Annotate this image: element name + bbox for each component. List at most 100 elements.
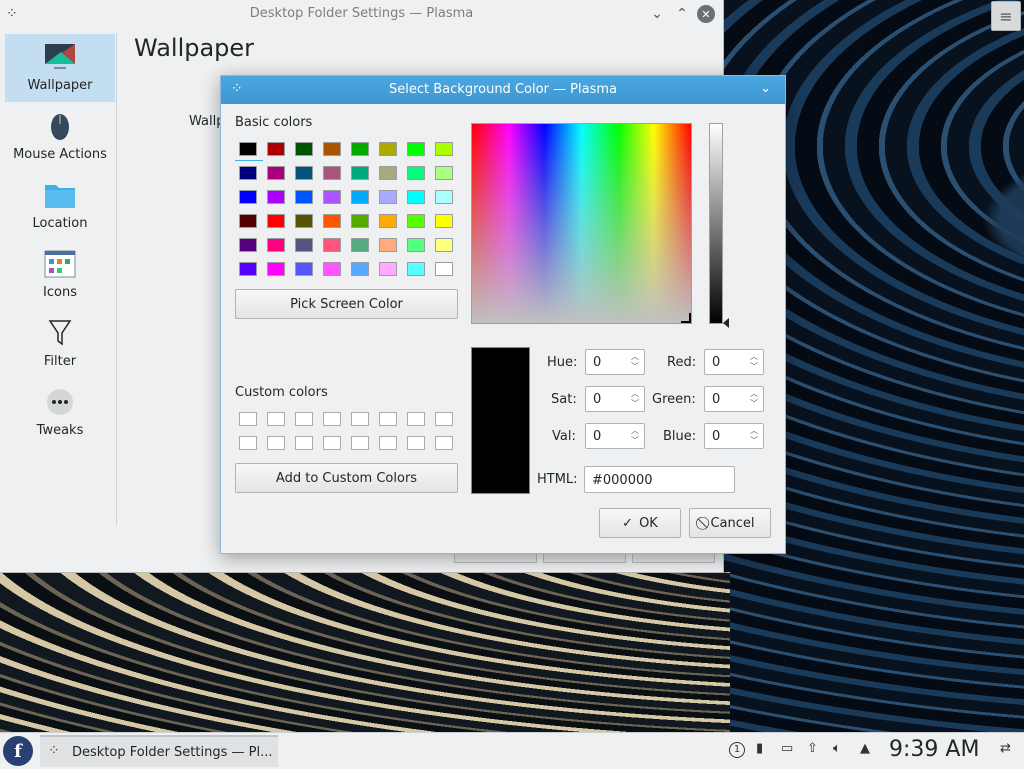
chevron-down-icon[interactable]: ⌄ [760,81,771,96]
spin-arrows-icon[interactable]: ︿ ﹀ [748,426,760,446]
luminance-slider[interactable] [709,123,723,324]
basic-color-swatch[interactable] [295,262,313,276]
luminance-slider-handle[interactable] [723,318,729,328]
tray-expand-icon[interactable]: ▲ [860,741,870,756]
custom-color-slot[interactable] [239,412,257,426]
basic-color-swatch[interactable] [435,166,453,180]
basic-color-swatch[interactable] [323,238,341,252]
basic-color-swatch[interactable] [239,166,257,180]
basic-color-swatch[interactable] [379,214,397,228]
basic-color-swatch[interactable] [379,190,397,204]
maximize-chevron-icon[interactable]: ⌃ [673,5,691,23]
volume-icon[interactable]: 🔈︎ [833,741,841,756]
basic-color-swatch[interactable] [435,214,453,228]
basic-color-swatch[interactable] [239,238,257,252]
display-config-icon[interactable]: ▭ [781,741,793,756]
basic-color-swatch[interactable] [379,166,397,180]
custom-color-slot[interactable] [379,436,397,450]
basic-color-swatch[interactable] [323,166,341,180]
sidebar-item-wallpaper[interactable]: Wallpaper [5,34,115,102]
spectrum-crosshair[interactable] [681,313,691,323]
clock[interactable]: 9:39 AM [889,737,979,762]
basic-color-swatch[interactable] [267,238,285,252]
basic-color-swatch[interactable] [435,238,453,252]
close-icon[interactable]: ✕ [697,5,715,23]
basic-color-swatch[interactable] [407,238,425,252]
red-spinbox[interactable]: 0 ︿ ﹀ [704,349,764,375]
blue-spinbox[interactable]: 0 ︿ ﹀ [704,423,764,449]
basic-color-swatch[interactable] [323,214,341,228]
basic-color-swatch[interactable] [351,142,369,156]
dialog-titlebar[interactable]: ⁘ Select Background Color — Plasma ⌄ [221,76,785,104]
hue-spinbox[interactable]: 0 ︿ ﹀ [585,349,645,375]
sidebar-item-mouse-actions[interactable]: Mouse Actions [5,103,115,171]
desktop-menu-button[interactable]: ≡ [991,1,1021,31]
custom-color-slot[interactable] [435,412,453,426]
sidebar-item-icons[interactable]: Icons [5,241,115,309]
pick-screen-color-button[interactable]: Pick Screen Color [235,289,458,319]
basic-color-swatch[interactable] [407,166,425,180]
custom-color-slot[interactable] [323,412,341,426]
basic-color-swatch[interactable] [295,142,313,156]
basic-color-swatch[interactable] [323,262,341,276]
spin-arrows-icon[interactable]: ︿ ﹀ [629,389,641,409]
custom-color-slot[interactable] [323,436,341,450]
sat-spinbox[interactable]: 0 ︿ ﹀ [585,386,645,412]
basic-color-swatch[interactable] [435,190,453,204]
basic-color-swatch[interactable] [435,142,453,156]
basic-color-swatch[interactable] [295,166,313,180]
basic-color-swatch[interactable] [379,238,397,252]
notifications-icon[interactable]: 1 [729,742,745,758]
basic-color-swatch[interactable] [267,262,285,276]
ok-button[interactable]: ✓ OK [599,508,681,538]
fedora-launcher-icon[interactable]: f [3,736,33,766]
panel-settings-icon[interactable]: ⇄ [1000,741,1011,756]
spin-arrows-icon[interactable]: ︿ ﹀ [629,352,641,372]
basic-color-swatch[interactable] [267,166,285,180]
sidebar-item-location[interactable]: Location [5,172,115,240]
basic-color-swatch[interactable] [235,142,263,161]
sidebar-item-filter[interactable]: Filter [5,310,115,378]
add-to-custom-colors-button[interactable]: Add to Custom Colors [235,463,458,493]
custom-color-slot[interactable] [407,412,425,426]
basic-color-swatch[interactable] [379,262,397,276]
basic-color-swatch[interactable] [295,238,313,252]
basic-color-swatch[interactable] [407,214,425,228]
spin-arrows-icon[interactable]: ︿ ﹀ [629,426,641,446]
custom-color-slot[interactable] [379,412,397,426]
basic-color-swatch[interactable] [239,190,257,204]
custom-color-slot[interactable] [267,436,285,450]
task-entry-desktop-folder-settings[interactable]: ⁘ Desktop Folder Settings — Pl... [40,735,278,767]
usb-device-icon[interactable]: ▮ [756,741,763,756]
custom-color-slot[interactable] [435,436,453,450]
basic-color-swatch[interactable] [407,190,425,204]
minimize-chevron-icon[interactable]: ⌄ [648,5,666,23]
window-titlebar[interactable]: ⁘ Desktop Folder Settings — Plasma ⌄ ⌃ ✕ [0,0,723,29]
custom-color-slot[interactable] [239,436,257,450]
basic-color-swatch[interactable] [435,262,453,276]
basic-color-swatch[interactable] [351,214,369,228]
green-spinbox[interactable]: 0 ︿ ﹀ [704,386,764,412]
cancel-button[interactable]: ⃠Cancel [689,508,771,538]
basic-color-swatch[interactable] [267,142,285,156]
custom-color-slot[interactable] [351,412,369,426]
basic-color-swatch[interactable] [351,166,369,180]
custom-color-slot[interactable] [351,436,369,450]
html-color-input[interactable]: #000000 [584,466,735,493]
spin-arrows-icon[interactable]: ︿ ﹀ [748,352,760,372]
sidebar-item-tweaks[interactable]: Tweaks [5,379,115,447]
basic-color-swatch[interactable] [351,238,369,252]
basic-color-swatch[interactable] [323,190,341,204]
basic-color-swatch[interactable] [239,262,257,276]
custom-color-slot[interactable] [295,436,313,450]
basic-color-swatch[interactable] [407,142,425,156]
basic-color-swatch[interactable] [351,190,369,204]
basic-color-swatch[interactable] [351,262,369,276]
basic-color-swatch[interactable] [267,190,285,204]
basic-color-swatch[interactable] [407,262,425,276]
custom-color-slot[interactable] [295,412,313,426]
basic-color-swatch[interactable] [295,214,313,228]
basic-color-swatch[interactable] [267,214,285,228]
custom-color-slot[interactable] [267,412,285,426]
basic-color-swatch[interactable] [239,214,257,228]
